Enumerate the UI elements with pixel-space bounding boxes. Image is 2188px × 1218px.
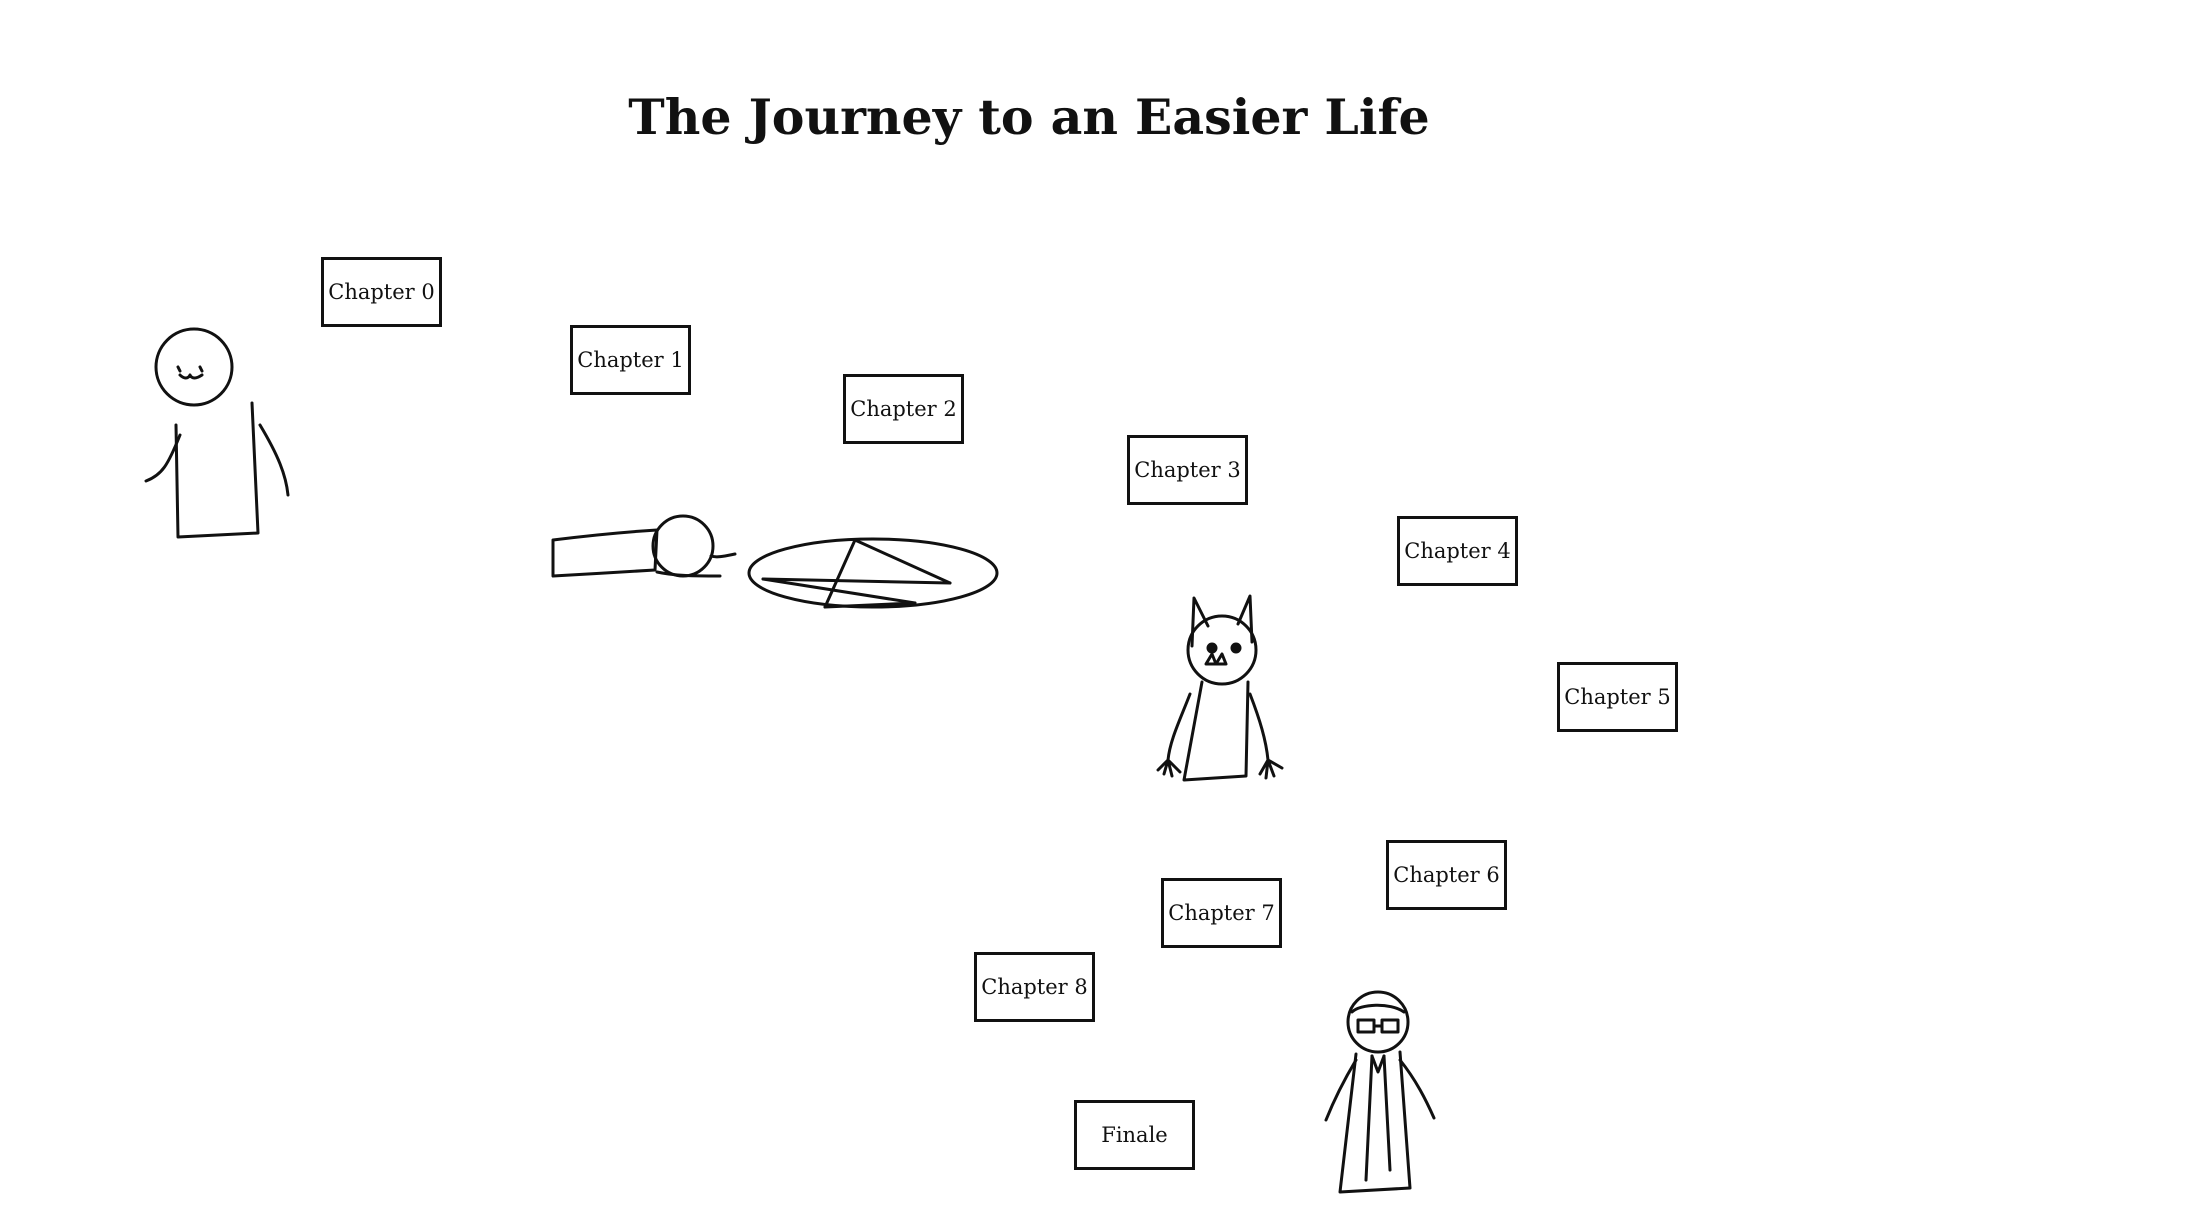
chapter-2-button[interactable]: Chapter 2: [843, 374, 964, 444]
chapter-4-button[interactable]: Chapter 4: [1397, 516, 1518, 586]
journey-canvas: The Journey to an Easier Life Chapter 0 …: [0, 0, 2188, 1218]
finale-button[interactable]: Finale: [1074, 1100, 1195, 1170]
chapter-3-button[interactable]: Chapter 3: [1127, 435, 1248, 505]
chapter-8-button[interactable]: Chapter 8: [974, 952, 1095, 1022]
chapter-5-button[interactable]: Chapter 5: [1557, 662, 1678, 732]
chapter-6-button[interactable]: Chapter 6: [1386, 840, 1507, 910]
chapter-0-button[interactable]: Chapter 0: [321, 257, 442, 327]
lying-figure-drawing: [545, 510, 745, 600]
page-title: The Journey to an Easier Life: [628, 88, 1430, 146]
smiling-stick-figure-drawing: [140, 325, 300, 545]
chapter-7-button[interactable]: Chapter 7: [1161, 878, 1282, 948]
chapter-1-button[interactable]: Chapter 1: [570, 325, 691, 395]
pentagram-circle-drawing: [745, 533, 1005, 613]
figure-with-glasses-drawing: [1300, 990, 1450, 1200]
horned-demon-drawing: [1140, 590, 1300, 800]
